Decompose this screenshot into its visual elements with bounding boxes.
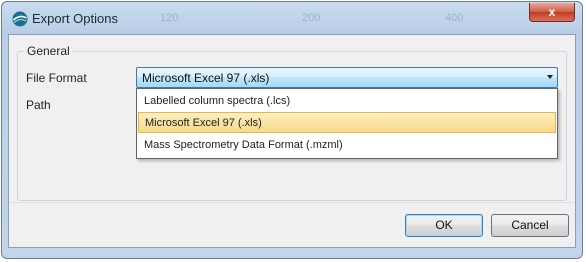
dropdown-option-mzml[interactable]: Mass Spectrometry Data Format (.mzml) [138,135,556,156]
dropdown-option-lcs[interactable]: Labelled column spectra (.lcs) [138,91,556,112]
dropdown-option-xls[interactable]: Microsoft Excel 97 (.xls) [138,112,556,133]
app-logo-icon [12,11,28,27]
file-format-combobox[interactable]: Microsoft Excel 97 (.xls) [136,67,558,88]
dialog-content: General File Format Path Microsoft Excel… [8,34,576,248]
close-icon: x [548,5,556,19]
export-options-dialog: Export Options 120 200 400 x General Fil… [1,1,583,259]
general-group-label: General [24,44,73,58]
file-format-label: File Format [26,71,87,85]
window-title: Export Options [32,11,118,26]
file-format-dropdown-list: Labelled column spectra (.lcs) Microsoft… [136,88,558,159]
background-column-header: 120 [160,12,179,24]
chevron-down-icon[interactable] [547,75,553,79]
path-label: Path [26,98,51,112]
background-column-header: 200 [302,12,321,24]
background-column-header: 400 [445,12,464,24]
ok-button[interactable]: OK [405,214,483,237]
button-bar: OK Cancel [9,202,575,247]
close-button[interactable]: x [529,3,575,22]
file-format-selected-value: Microsoft Excel 97 (.xls) [142,71,270,85]
title-bar: Export Options 120 200 400 x [2,2,582,34]
cancel-button[interactable]: Cancel [491,214,569,237]
